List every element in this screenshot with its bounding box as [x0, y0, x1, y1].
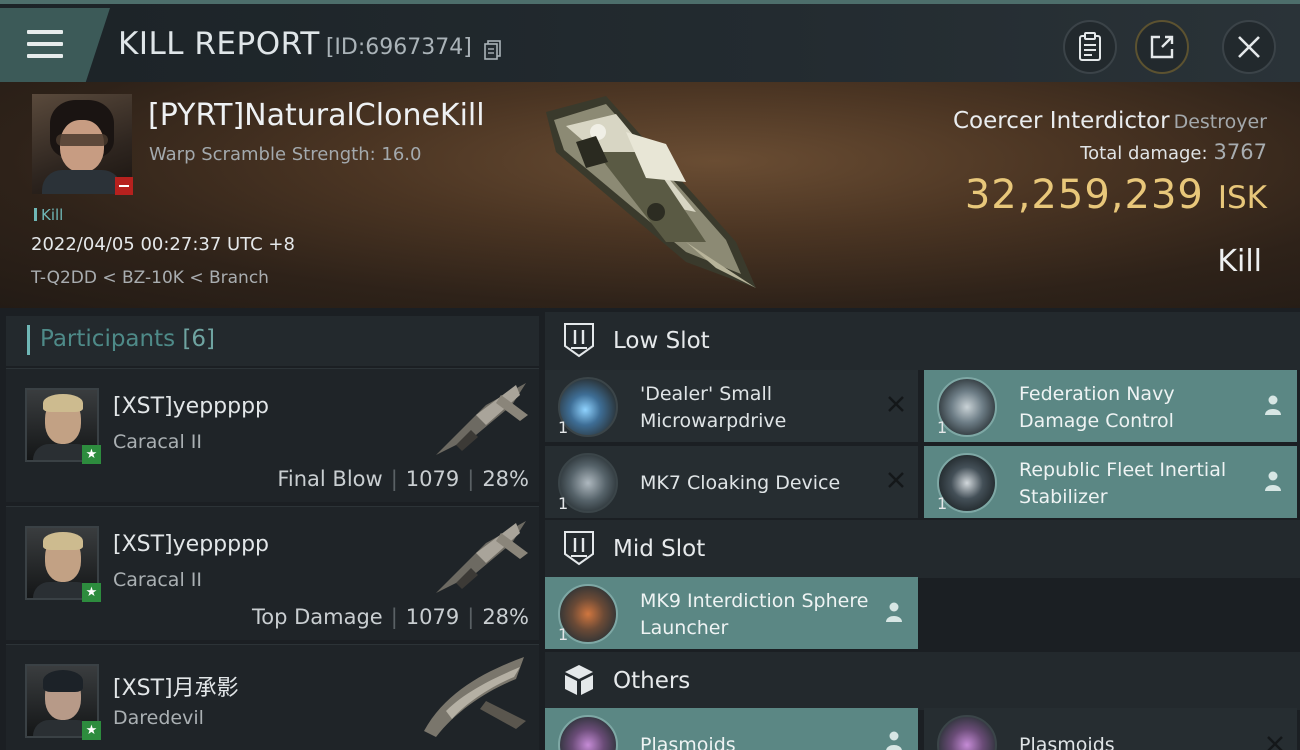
- participants-header: Participants [6]: [6, 316, 539, 366]
- item-name: MK9 Interdiction Sphere Launcher: [640, 590, 869, 639]
- plasmoids-icon: [558, 715, 618, 750]
- item-name: 'Dealer' Small Microwarpdrive: [640, 383, 787, 432]
- participant-role: Top Damage: [251, 605, 383, 629]
- mid-slot-label: Mid Slot: [613, 536, 706, 562]
- top-bar: KILL REPORT [ID:6967374]: [0, 0, 1300, 82]
- hamburger-menu-icon: [27, 30, 63, 58]
- page-title: KILL REPORT [ID:6967374]: [118, 26, 472, 62]
- total-damage: Total damage: 3767: [1080, 140, 1267, 164]
- isk-value: 32,259,239 ISK: [965, 172, 1267, 218]
- victim-banner: [PYRT]NaturalCloneKill Warp Scramble Str…: [0, 82, 1300, 308]
- participant-ship: Daredevil: [113, 707, 204, 729]
- person-icon: [886, 602, 902, 622]
- x-mark-icon: [888, 396, 904, 412]
- plasmoids-icon: [937, 715, 997, 750]
- item-quantity: 1: [558, 418, 569, 437]
- kill-tag: Kill: [34, 206, 63, 224]
- item-name: Republic Fleet Inertial Stabilizer: [1019, 459, 1227, 508]
- mid-slot-icon: [564, 531, 594, 566]
- fitting-item[interactable]: 1 MK9 Interdiction Sphere Launcher: [545, 577, 918, 649]
- item-quantity: 1: [937, 418, 948, 437]
- participant-percent: 28%: [482, 605, 529, 629]
- participant-card[interactable]: ★ [XST]yeppppp Caracal II Top Damage | 107…: [6, 506, 539, 640]
- participant-role: Final Blow: [277, 467, 383, 491]
- total-damage-label: Total damage:: [1080, 143, 1208, 164]
- x-mark-icon: [888, 472, 904, 488]
- fitting-item[interactable]: 1 Republic Fleet Inertial Stabilizer: [924, 446, 1297, 518]
- report-id: [ID:6967374]: [325, 35, 472, 60]
- person-icon: [886, 731, 902, 750]
- participant-name[interactable]: [XST]yeppppp: [113, 532, 269, 557]
- person-icon: [1265, 471, 1281, 491]
- participant-stats: Final Blow | 1079 | 28%: [277, 467, 529, 491]
- participant-name[interactable]: [XST]月承影: [113, 670, 239, 702]
- x-mark-icon: [1267, 736, 1283, 750]
- item-quantity: 1: [558, 625, 569, 644]
- participant-damage: 1079: [405, 467, 460, 491]
- participant-ship-image: [436, 383, 528, 455]
- item-quantity: 1: [558, 494, 569, 513]
- total-damage-value: 3767: [1213, 140, 1267, 164]
- participant-name[interactable]: [XST]yeppppp: [113, 394, 269, 419]
- fitting-item[interactable]: 1 MK7 Cloaking Device: [545, 446, 918, 518]
- kill-location[interactable]: T-Q2DD < BZ-10K < Branch: [31, 268, 269, 288]
- isk-amount: 32,259,239: [964, 172, 1204, 218]
- participants-count: [6]: [182, 326, 216, 352]
- participant-ship-image: [436, 521, 528, 593]
- item-name: Plasmoids: [1019, 734, 1115, 750]
- participant-ship: Caracal II: [113, 569, 202, 591]
- cargo-box-icon: [565, 665, 593, 695]
- loss-badge-icon: [115, 177, 133, 195]
- victim-ship: Coercer Interdictor Destroyer: [953, 108, 1267, 134]
- warp-scramble-strength: Warp Scramble Strength: 16.0: [149, 144, 422, 165]
- participant-card[interactable]: ★ [XST]yeppppp Caracal II Final Blow | 107…: [6, 368, 539, 502]
- others-header: Others: [545, 652, 1300, 710]
- victim-name[interactable]: [PYRT]NaturalCloneKill: [148, 98, 485, 133]
- mid-slot-header: Mid Slot: [545, 520, 1300, 578]
- copy-icon[interactable]: [484, 40, 502, 60]
- close-button[interactable]: [1222, 20, 1276, 74]
- close-icon: [1238, 36, 1260, 58]
- star-icon: ★: [82, 445, 101, 464]
- clipboard-icon: [1079, 32, 1101, 61]
- victim-ship-image[interactable]: [536, 92, 768, 298]
- item-quantity: 1: [937, 494, 948, 513]
- fitting-item[interactable]: Plasmoids: [924, 708, 1297, 750]
- participant-stats: Top Damage | 1079 | 28%: [251, 605, 529, 629]
- low-slot-label: Low Slot: [613, 328, 710, 354]
- participant-ship: Caracal II: [113, 431, 202, 453]
- title-text: KILL REPORT: [118, 26, 320, 62]
- person-icon: [1265, 395, 1281, 415]
- participant-ship-image: [424, 657, 526, 737]
- participant-card[interactable]: ★ [XST]月承影 Daredevil: [6, 644, 539, 750]
- menu-button[interactable]: [0, 8, 110, 82]
- item-name: Federation Navy Damage Control: [1019, 383, 1175, 432]
- share-icon: [1150, 35, 1174, 59]
- low-slot-header: Low Slot: [545, 312, 1300, 370]
- isk-unit: ISK: [1217, 180, 1267, 216]
- star-icon: ★: [82, 721, 101, 740]
- ship-class: Destroyer: [1173, 111, 1267, 133]
- item-name: MK7 Cloaking Device: [640, 472, 841, 494]
- fitting-item[interactable]: 1 'Dealer' Small Microwarpdrive: [545, 370, 918, 442]
- kill-tag-label: Kill: [41, 206, 64, 224]
- clipboard-button[interactable]: [1063, 20, 1117, 74]
- low-slot-icon: [564, 323, 594, 358]
- participant-percent: 28%: [482, 467, 529, 491]
- ship-name[interactable]: Coercer Interdictor: [953, 108, 1170, 134]
- fitting-item[interactable]: Plasmoids: [545, 708, 918, 750]
- item-name: Plasmoids: [640, 734, 736, 750]
- fitting-item[interactable]: 1 Federation Navy Damage Control: [924, 370, 1297, 442]
- report-result: Kill: [1217, 244, 1262, 279]
- participant-damage: 1079: [405, 605, 460, 629]
- kill-datetime: 2022/04/05 00:27:37 UTC +8: [31, 234, 295, 255]
- star-icon: ★: [82, 583, 101, 602]
- share-button[interactable]: [1135, 20, 1189, 74]
- participants-label: Participants: [40, 326, 176, 352]
- others-label: Others: [613, 668, 691, 694]
